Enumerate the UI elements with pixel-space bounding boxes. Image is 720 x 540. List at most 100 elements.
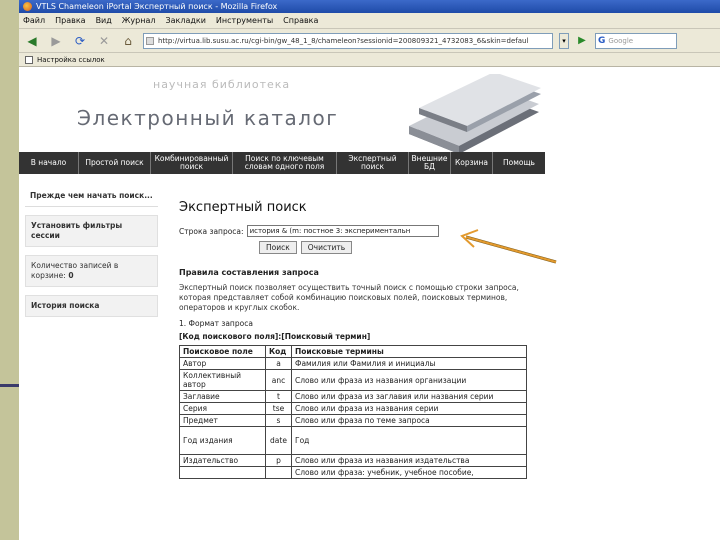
table-cell: date xyxy=(265,426,292,455)
table-cell: Коллективный автор xyxy=(179,369,266,391)
catalog-title: Электронный каталог xyxy=(77,106,339,130)
window-titlebar: VTLS Chameleon iPortal Экспертный поиск … xyxy=(19,0,720,13)
query-input[interactable]: история & (m: постное 3: экспериментальн xyxy=(246,225,439,237)
go-icon[interactable]: ▶ xyxy=(575,34,589,48)
expert-search-panel: Экспертный поиск Строка запроса: история… xyxy=(179,200,549,479)
menu-bar: Файл Правка Вид Журнал Закладки Инструме… xyxy=(19,13,720,29)
table-cell: anc xyxy=(265,369,292,391)
format-label: 1. Формат запроса xyxy=(179,319,253,328)
menu-view[interactable]: Вид xyxy=(96,16,112,25)
reload-icon[interactable]: ⟳ xyxy=(71,32,89,50)
menu-bookmarks[interactable]: Закладки xyxy=(165,16,205,25)
menu-tools[interactable]: Инструменты xyxy=(216,16,273,25)
menu-file[interactable]: Файл xyxy=(23,16,45,25)
table-row: Серия tse Слово или фраза из названия се… xyxy=(179,402,527,415)
address-dropdown-icon[interactable]: ▾ xyxy=(559,32,569,49)
table-cell xyxy=(179,466,266,479)
menu-edit[interactable]: Правка xyxy=(55,16,85,25)
slide: VTLS Chameleon iPortal Экспертный поиск … xyxy=(0,0,720,540)
table-row: Предмет s Слово или фраза по теме запрос… xyxy=(179,414,527,427)
sidebar-search-history[interactable]: История поиска xyxy=(25,295,158,317)
table-cell: Слово или фраза из названия серии xyxy=(291,402,527,415)
browser-window: VTLS Chameleon iPortal Экспертный поиск … xyxy=(19,0,720,540)
table-row: Издательство p Слово или фраза из назван… xyxy=(179,454,527,467)
library-subtitle: научная библиотека xyxy=(153,78,291,91)
table-row: Слово или фраза: учебник, учебное пособи… xyxy=(179,466,527,479)
table-row: Заглавие t Слово или фраза из заглавия и… xyxy=(179,390,527,403)
nav-expert-search[interactable]: Экспертный поиск xyxy=(337,152,409,174)
page-content: научная библиотека Электронный каталог В… xyxy=(19,70,720,540)
back-icon[interactable]: ◀ xyxy=(23,32,41,50)
search-input[interactable]: G Google xyxy=(595,32,677,49)
table-cell: p xyxy=(265,454,292,467)
table-cell: Серия xyxy=(179,402,266,415)
table-cell: Год xyxy=(291,426,527,455)
table-cell: s xyxy=(265,414,292,427)
page-favicon-icon xyxy=(146,36,154,45)
bookmark-item[interactable]: Настройка ссылок xyxy=(37,56,105,64)
address-bar-url: http://virtua.lib.susu.ac.ru/cgi-bin/gw_… xyxy=(158,36,529,45)
search-buttons: Поиск Очистить xyxy=(259,241,549,254)
sidebar-before-search[interactable]: Прежде чем начать поиск... xyxy=(25,186,158,207)
address-bar[interactable]: http://virtua.lib.susu.ac.ru/cgi-bin/gw_… xyxy=(143,32,553,49)
nav-combined-search[interactable]: Комбинированный поиск xyxy=(151,152,233,174)
bookmarks-toolbar: Настройка ссылок xyxy=(19,53,720,67)
menu-help[interactable]: Справка xyxy=(283,16,318,25)
sidebar-set-filters[interactable]: Установить фильтры сессии xyxy=(25,215,158,247)
table-row: Коллективный автор anc Слово или фраза и… xyxy=(179,369,527,391)
table-cell: Заглавие xyxy=(179,390,266,403)
main-navigation: В начало Простой поиск Комбинированный п… xyxy=(19,152,545,174)
nav-simple-search[interactable]: Простой поиск xyxy=(79,152,151,174)
nav-help[interactable]: Помощь xyxy=(493,152,545,174)
table-cell: Предмет xyxy=(179,414,266,427)
table-cell: Слово или фраза: учебник, учебное пособи… xyxy=(291,466,527,479)
table-cell: Фамилия или Фамилия и инициалы xyxy=(291,357,527,370)
slide-margin-line xyxy=(0,384,19,387)
table-cell: Слово или фраза из названия организации xyxy=(291,369,527,391)
table-cell xyxy=(265,466,292,479)
table-header: Поисковое поле xyxy=(179,345,266,358)
table-cell: a xyxy=(265,357,292,370)
google-icon: G xyxy=(598,35,606,46)
window-title: VTLS Chameleon iPortal Экспертный поиск … xyxy=(36,2,278,11)
clear-button[interactable]: Очистить xyxy=(300,241,353,254)
search-button[interactable]: Поиск xyxy=(259,241,297,254)
query-row: Строка запроса: история & (m: постное 3:… xyxy=(179,225,549,237)
sidebar: Прежде чем начать поиск... Установить фи… xyxy=(25,186,158,325)
search-placeholder: Google xyxy=(608,36,634,45)
table-cell: Слово или фраза из заглавия или названия… xyxy=(291,390,527,403)
table-header: Поисковые термины xyxy=(291,345,527,358)
table-cell: Издательство xyxy=(179,454,266,467)
nav-home[interactable]: В начало xyxy=(19,152,79,174)
page-title: Экспертный поиск xyxy=(179,200,307,215)
navigation-toolbar: ◀ ▶ ⟳ ✕ ⌂ http://virtua.lib.susu.ac.ru/c… xyxy=(19,29,720,53)
table-cell: Год издания xyxy=(179,426,266,455)
query-label: Строка запроса: xyxy=(179,226,244,236)
slide-margin-strip xyxy=(0,0,19,540)
nav-external-db[interactable]: Внешние БД xyxy=(409,152,451,174)
table-cell: t xyxy=(265,390,292,403)
nav-keyword-search[interactable]: Поиск по ключевым словам одного поля xyxy=(233,152,337,174)
firefox-icon xyxy=(23,2,32,11)
format-value-text: [Код поискового поля]:[Поисковый термин] xyxy=(179,332,371,341)
home-icon[interactable]: ⌂ xyxy=(119,32,137,50)
nav-basket[interactable]: Корзина xyxy=(451,152,493,174)
menu-history[interactable]: Журнал xyxy=(122,16,156,25)
table-cell: Слово или фраза по теме запроса xyxy=(291,414,527,427)
stop-icon[interactable]: ✕ xyxy=(95,32,113,50)
table-cell: Автор xyxy=(179,357,266,370)
rules-paragraph: Экспертный поиск позволяет осуществить т… xyxy=(179,283,519,312)
sidebar-records-count: Количество записей в корзине: 0 xyxy=(25,255,158,287)
rules-title: Правила составления запроса xyxy=(179,268,319,277)
table-row: Автор a Фамилия или Фамилия и инициалы xyxy=(179,357,527,370)
table-row: Год издания date Год xyxy=(179,426,527,455)
bookmark-page-icon xyxy=(25,55,33,64)
field-codes-table: Поисковое поле Код Поисковые термины Авт… xyxy=(179,345,527,479)
records-label: Количество записей в корзине: xyxy=(31,261,119,280)
table-header: Код xyxy=(265,345,292,358)
books-logo xyxy=(409,74,541,154)
table-cell: Слово или фраза из названия издательства xyxy=(291,454,527,467)
forward-icon[interactable]: ▶ xyxy=(47,32,65,50)
table-cell: tse xyxy=(265,402,292,415)
table-header-row: Поисковое поле Код Поисковые термины xyxy=(179,345,527,358)
